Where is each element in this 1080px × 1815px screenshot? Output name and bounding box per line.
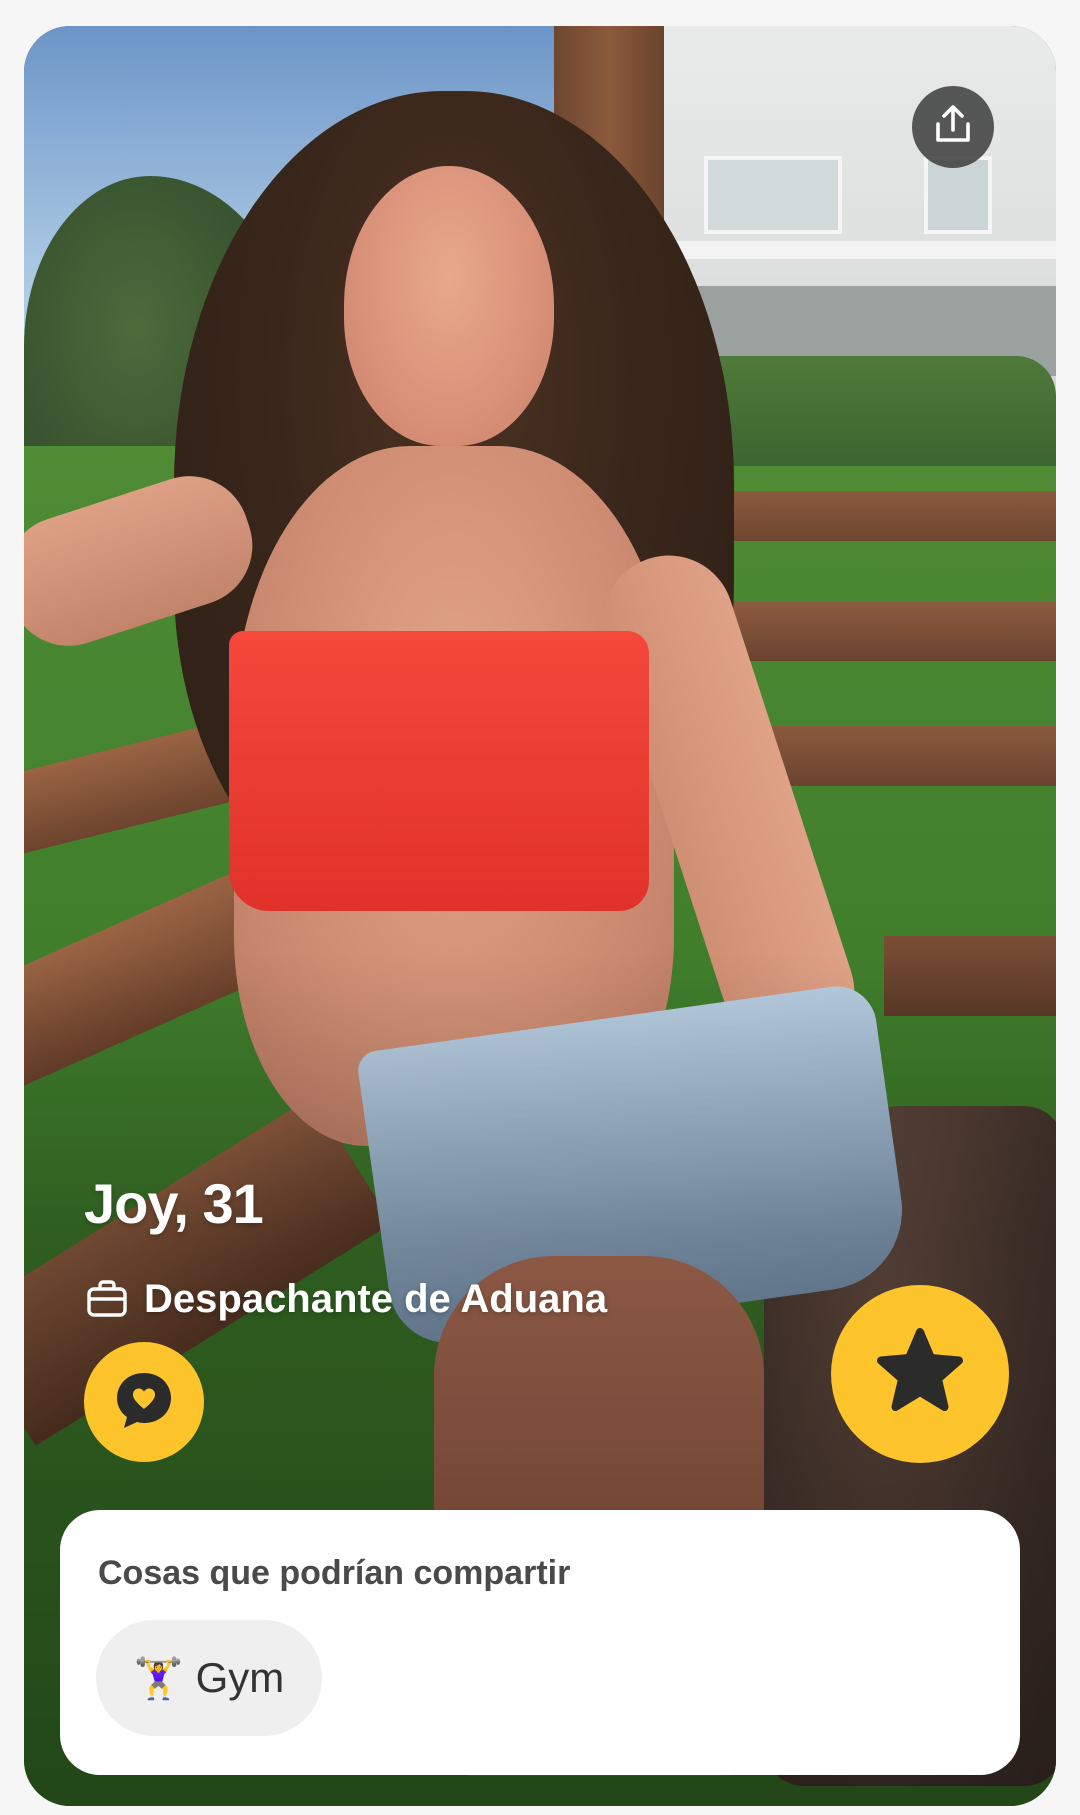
profile-job: Despachante de Aduana (84, 1276, 607, 1322)
briefcase-icon (84, 1276, 130, 1322)
shared-interests-panel: Cosas que podrían compartir 🏋️‍♀️ Gym (60, 1510, 1020, 1775)
weightlifting-icon: 🏋️‍♀️ (133, 1656, 184, 1701)
profile-name-age: Joy, 31 (84, 1172, 264, 1235)
share-icon (930, 102, 976, 153)
star-icon (872, 1324, 968, 1425)
compliment-button[interactable] (84, 1342, 204, 1462)
share-button[interactable] (912, 86, 994, 168)
superswipe-button[interactable] (831, 1285, 1009, 1463)
shared-interests-title: Cosas que podrían compartir (98, 1554, 571, 1592)
interest-chip-gym[interactable]: 🏋️‍♀️ Gym (96, 1620, 322, 1736)
compliment-heart-bubble-icon (111, 1367, 177, 1438)
profile-card[interactable]: Joy, 31 Despachante de Aduana Cosas que … (24, 26, 1056, 1806)
interest-chip-label: Gym (195, 1654, 285, 1701)
profile-job-label: Despachante de Aduana (144, 1276, 608, 1321)
